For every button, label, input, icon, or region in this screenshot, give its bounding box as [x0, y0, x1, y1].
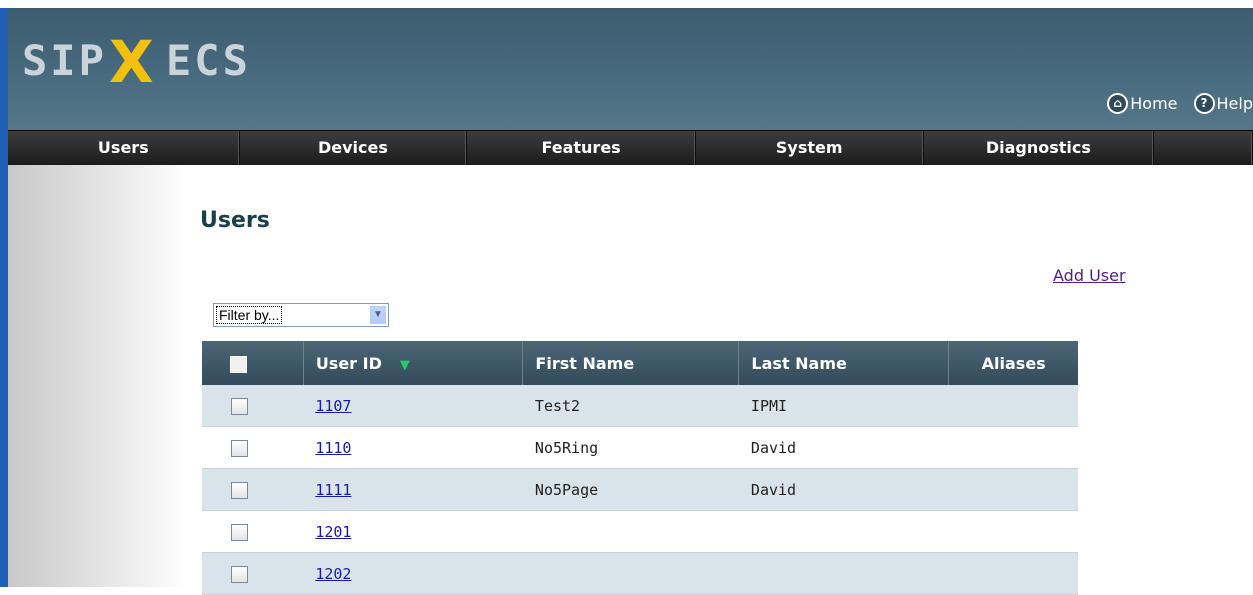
home-label: Home	[1130, 94, 1178, 113]
chevron-down-icon[interactable]: ▼	[370, 306, 386, 324]
row-checkbox[interactable]	[231, 439, 248, 457]
last-name-cell	[738, 552, 949, 595]
row-select-cell	[202, 552, 304, 595]
logo-text-ecs: ECS	[166, 36, 251, 85]
main-nav: Users Devices Features System Diagnostic…	[8, 130, 1253, 165]
window-left-edge	[0, 8, 8, 587]
left-sidebar	[8, 165, 188, 587]
row-checkbox[interactable]	[231, 565, 248, 583]
page-title: Users	[200, 208, 270, 233]
first-name-cell: No5Page	[522, 468, 739, 511]
user-id-link[interactable]: 1202	[315, 565, 351, 583]
filter-select-value: Filter by...	[216, 306, 283, 324]
add-user-link[interactable]: Add User	[1053, 266, 1126, 285]
user-id-cell: 1107	[303, 385, 523, 427]
column-header-user-id-label: User ID	[315, 353, 382, 373]
table-row: 1201	[202, 510, 1078, 553]
column-header-last-name[interactable]: Last Name	[738, 341, 950, 385]
home-icon: ⌂	[1107, 93, 1129, 114]
row-select-cell	[202, 510, 304, 553]
column-header-user-id[interactable]: User ID ▼	[303, 341, 524, 385]
row-select-cell	[202, 468, 304, 511]
aliases-cell	[948, 510, 1078, 553]
row-checkbox[interactable]	[231, 481, 248, 499]
help-label: Help	[1216, 94, 1253, 113]
row-checkbox[interactable]	[231, 523, 248, 541]
help-link[interactable]: ? Help	[1193, 93, 1253, 114]
user-id-cell: 1202	[303, 552, 523, 595]
user-id-link[interactable]: 1111	[315, 481, 351, 499]
right-edge	[1249, 165, 1253, 587]
first-name-cell: No5Ring	[522, 426, 739, 469]
first-name-cell	[522, 552, 739, 595]
filter-select[interactable]: Filter by... ▼	[213, 303, 389, 327]
table-row: 1111 No5Page David	[202, 468, 1078, 511]
sort-descending-icon: ▼	[399, 357, 410, 373]
nav-item-diagnostics[interactable]: Diagnostics	[924, 131, 1155, 165]
select-all-cell	[202, 341, 304, 385]
logo-text-sip: SIP	[22, 36, 107, 85]
select-all-checkbox[interactable]	[230, 355, 247, 373]
last-name-cell: David	[738, 468, 949, 511]
aliases-cell	[948, 426, 1078, 469]
window-top-strip	[0, 0, 1253, 8]
home-link[interactable]: ⌂ Home	[1107, 93, 1178, 114]
table-row: 1107 Test2 IPMI	[202, 385, 1078, 427]
last-name-cell: IPMI	[738, 385, 949, 427]
user-id-cell: 1110	[303, 426, 523, 469]
nav-item-system[interactable]: System	[696, 131, 924, 165]
last-name-cell: David	[738, 426, 949, 469]
user-id-link[interactable]: 1201	[315, 523, 351, 541]
logo-text-x: X	[109, 28, 157, 96]
table-row: 1110 No5Ring David	[202, 426, 1078, 469]
aliases-cell	[948, 552, 1078, 595]
user-id-cell: 1201	[303, 510, 523, 553]
column-header-aliases[interactable]: Aliases	[948, 341, 1078, 385]
user-id-link[interactable]: 1110	[315, 439, 351, 457]
nav-item-features[interactable]: Features	[467, 131, 696, 165]
user-id-cell: 1111	[303, 468, 523, 511]
nav-item-users[interactable]: Users	[8, 131, 240, 165]
first-name-cell: Test2	[522, 385, 739, 427]
nav-item-devices[interactable]: Devices	[240, 131, 468, 165]
table-row: 1202	[202, 552, 1078, 595]
app-header: SIP X ECS ⌂ Home ? Help	[8, 8, 1253, 130]
users-table: User ID ▼ First Name Last Name Aliases 11…	[202, 341, 1078, 595]
header-links: ⌂ Home ? Help	[1107, 93, 1253, 114]
row-select-cell	[202, 426, 304, 469]
first-name-cell	[522, 510, 739, 553]
nav-item-empty	[1154, 131, 1253, 165]
last-name-cell	[738, 510, 949, 553]
table-header-row: User ID ▼ First Name Last Name Aliases	[202, 341, 1078, 385]
row-checkbox[interactable]	[231, 397, 248, 415]
row-select-cell	[202, 385, 304, 427]
aliases-cell	[948, 468, 1078, 511]
column-header-first-name[interactable]: First Name	[522, 341, 740, 385]
aliases-cell	[948, 385, 1078, 427]
help-icon: ?	[1193, 93, 1215, 114]
user-id-link[interactable]: 1107	[315, 397, 351, 415]
